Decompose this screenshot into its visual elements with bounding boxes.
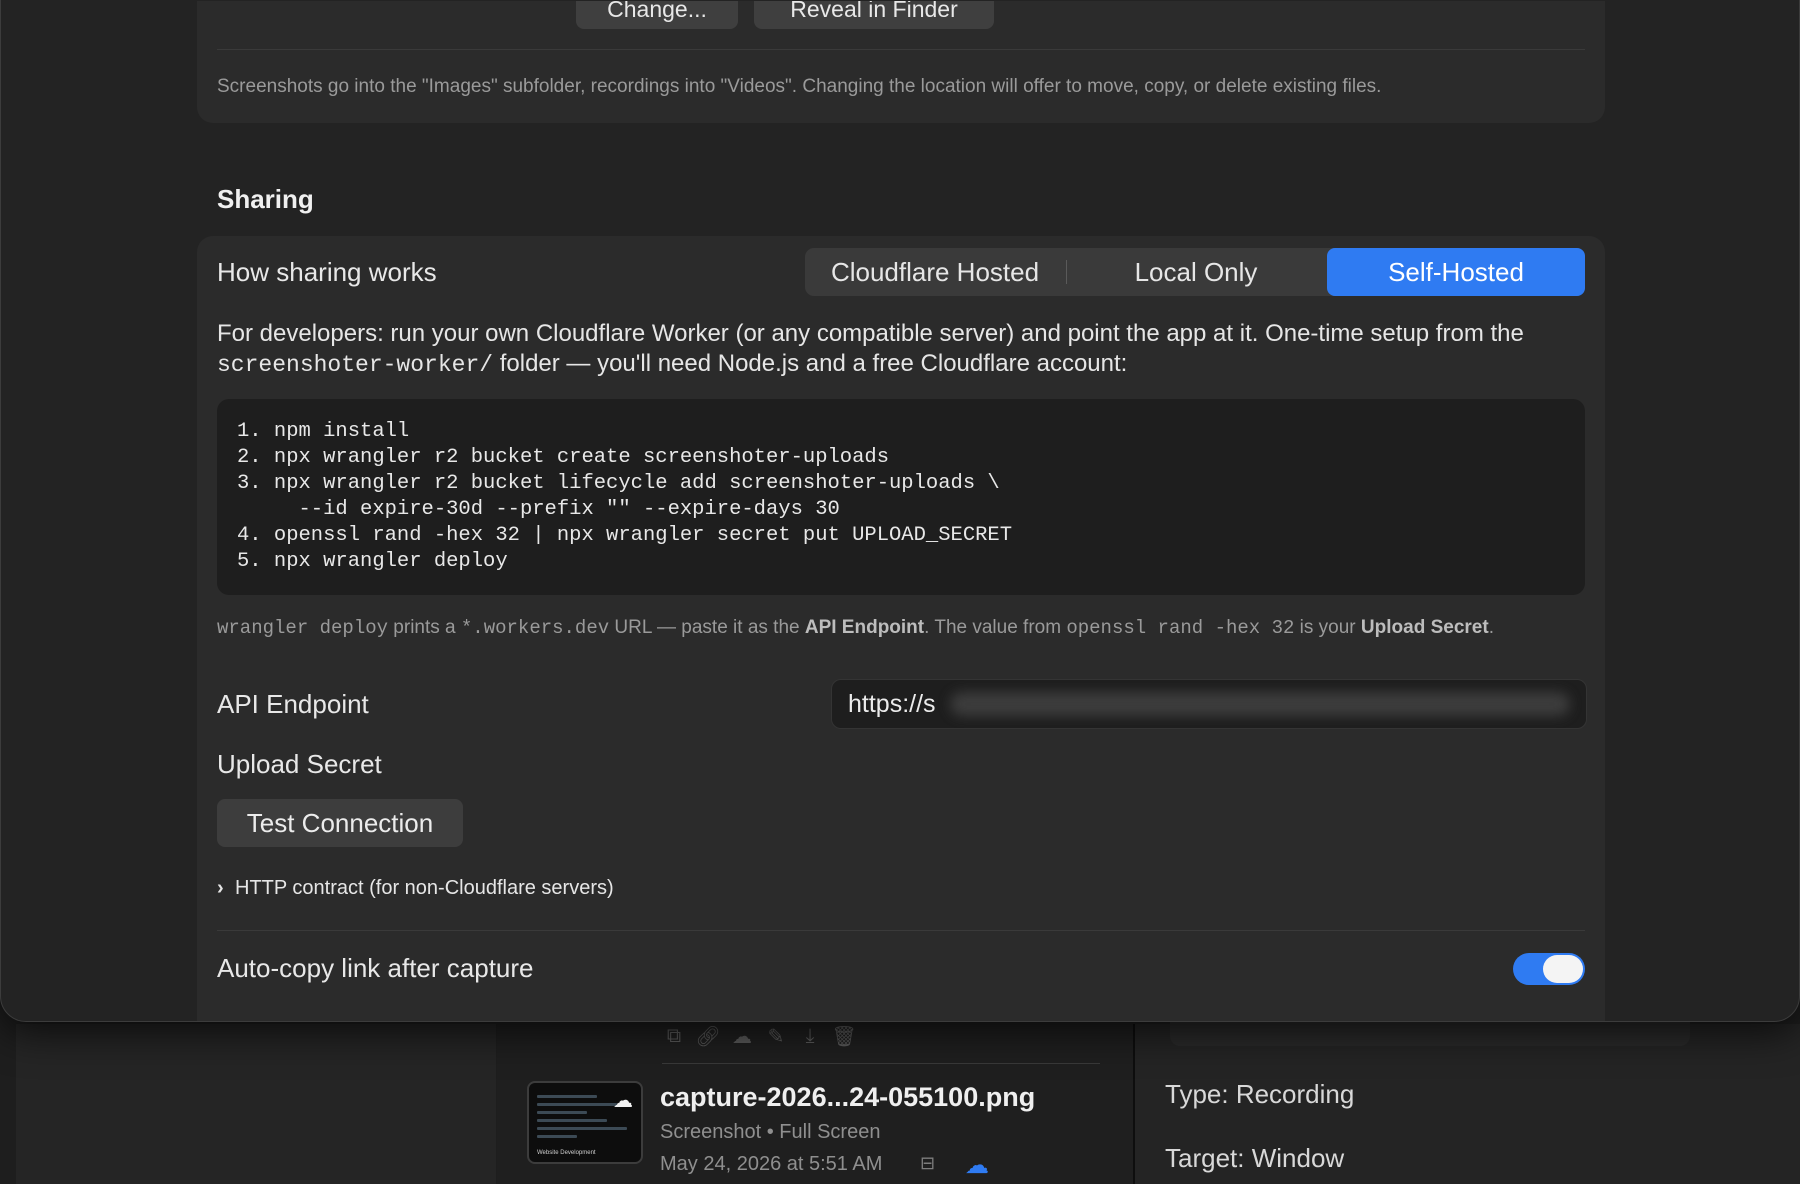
detail-target: Target: Window [1165, 1143, 1345, 1173]
auto-copy-toggle[interactable] [1513, 953, 1585, 985]
chevron-right-icon: › [217, 877, 224, 899]
list-separator [662, 1063, 1100, 1064]
pencil-icon[interactable]: ✎ [764, 1024, 788, 1048]
change-location-button[interactable]: Change... [576, 1, 738, 29]
api-endpoint-field[interactable]: https://s [831, 679, 1587, 729]
divider [217, 49, 1585, 50]
settings-sheet: Change... Reveal in Finder Screenshots g… [0, 0, 1800, 1022]
api-endpoint-label: API Endpoint [217, 689, 369, 719]
sharing-section-title: Sharing [217, 184, 314, 214]
drive-icon: ⊟ [920, 1153, 936, 1173]
sidebar-pane [16, 1024, 496, 1184]
divider [217, 930, 1585, 931]
settings-scroll-area[interactable]: Change... Reveal in Finder Screenshots g… [1, 1, 1800, 1021]
self-hosted-description: For developers: run your own Cloudflare … [217, 320, 1524, 378]
api-endpoint-value: https://s [848, 689, 936, 718]
redacted-endpoint [950, 692, 1570, 716]
upload-secret-label: Upload Secret [217, 749, 382, 779]
reveal-in-finder-button[interactable]: Reveal in Finder [754, 1, 994, 29]
capture-date: May 24, 2026 at 5:51 AM [660, 1153, 883, 1175]
mode-cloudflare-hosted[interactable]: Cloudflare Hosted [805, 248, 1065, 296]
http-contract-disclosure[interactable]: › HTTP contract (for non-Cloudflare serve… [217, 877, 614, 900]
sharing-mode-segmented-control: Cloudflare Hosted Local Only Self-Hosted [805, 248, 1585, 296]
details-header-bar [1170, 1022, 1690, 1046]
mode-self-hosted[interactable]: Self-Hosted [1327, 248, 1585, 296]
trash-icon[interactable]: 🗑︎ [831, 1024, 856, 1048]
how-sharing-works-label: How sharing works [217, 257, 437, 287]
capture-thumbnail[interactable]: ☁︎ Website Development [527, 1081, 643, 1164]
location-hint: Screenshots go into the "Images" subfold… [217, 76, 1382, 97]
cloud-link-icon[interactable]: ☁︎ [730, 1024, 754, 1048]
link-icon[interactable]: 🔗︎ [695, 1024, 720, 1048]
auto-copy-label: Auto-copy link after capture [217, 953, 534, 983]
mode-local-only[interactable]: Local Only [1065, 248, 1327, 296]
capture-toolbar: ⧉ 🔗︎ ☁︎ ✎ ⤓ 🗑︎ [662, 1024, 857, 1048]
detail-type: Type: Recording [1165, 1079, 1355, 1109]
copy-icon[interactable]: ⧉ [662, 1024, 686, 1048]
cloud-icon: ☁︎ [613, 1090, 633, 1112]
thumbnail-caption: Website Development [537, 1150, 596, 1156]
segment-divider [1066, 260, 1067, 284]
setup-code-block: 1. npm install 2. npx wrangler r2 bucket… [217, 399, 1585, 595]
toggle-knob [1543, 955, 1583, 983]
download-icon[interactable]: ⤓ [798, 1024, 822, 1048]
capture-kind: Screenshot • Full Screen [660, 1121, 881, 1143]
capture-file-name[interactable]: capture-2026...24-055100.png [660, 1082, 1035, 1113]
cloud-uploaded-icon: ☁︎ [965, 1152, 989, 1179]
http-contract-label: HTTP contract (for non-Cloudflare server… [235, 877, 614, 899]
endpoint-help-note: wrangler deploy prints a *.workers.dev U… [217, 617, 1494, 639]
setup-steps: 1. npm install 2. npx wrangler r2 bucket… [237, 420, 1013, 573]
test-connection-button[interactable]: Test Connection [217, 799, 463, 847]
